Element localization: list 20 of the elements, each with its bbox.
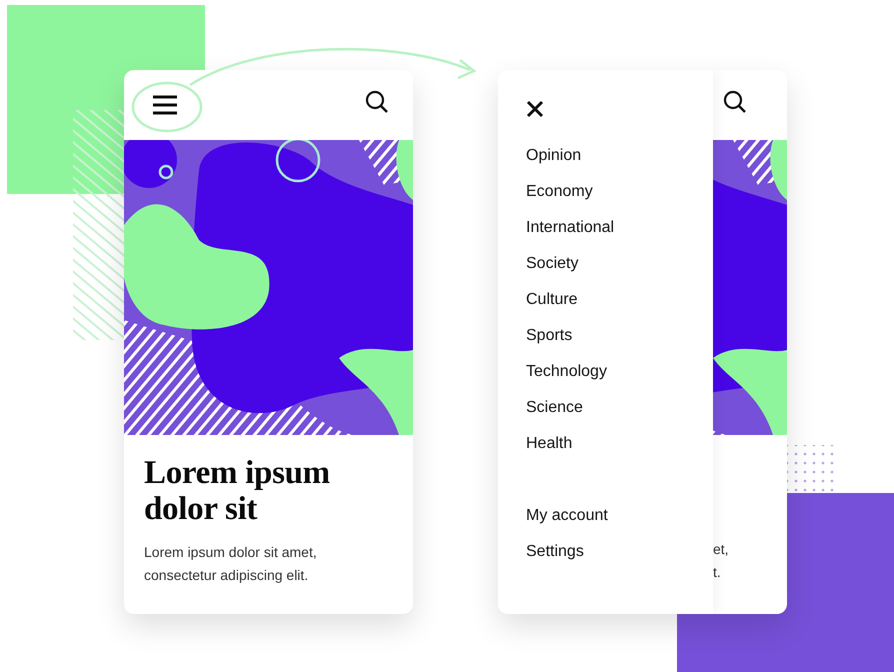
menu-icon[interactable] (152, 95, 178, 115)
search-icon[interactable] (365, 90, 389, 114)
menu-item[interactable]: Society (526, 254, 578, 274)
menu-item[interactable]: Settings (526, 542, 584, 562)
article-headline: Lorem ipsum dolor sit (144, 455, 331, 527)
menu-item[interactable]: Opinion (526, 146, 582, 166)
menu-item[interactable]: Sports (526, 326, 572, 346)
menu-item[interactable]: International (526, 218, 614, 238)
menu-item[interactable]: Technology (526, 362, 607, 382)
close-icon[interactable] (526, 100, 544, 118)
menu-item[interactable]: Health (526, 434, 572, 454)
menu-item[interactable]: Economy (526, 182, 593, 202)
article-summary-fragment: et, (713, 540, 729, 559)
menu-item[interactable]: Science (526, 398, 583, 418)
highlight-ring (132, 82, 202, 132)
article-summary: Lorem ipsum dolor sit amet, consectetur adipiscing elit. (144, 543, 318, 585)
menu-item[interactable]: My account (526, 506, 608, 526)
search-icon[interactable] (723, 90, 747, 114)
article-summary-fragment: t. (713, 563, 721, 582)
menu-item[interactable]: Culture (526, 290, 578, 310)
